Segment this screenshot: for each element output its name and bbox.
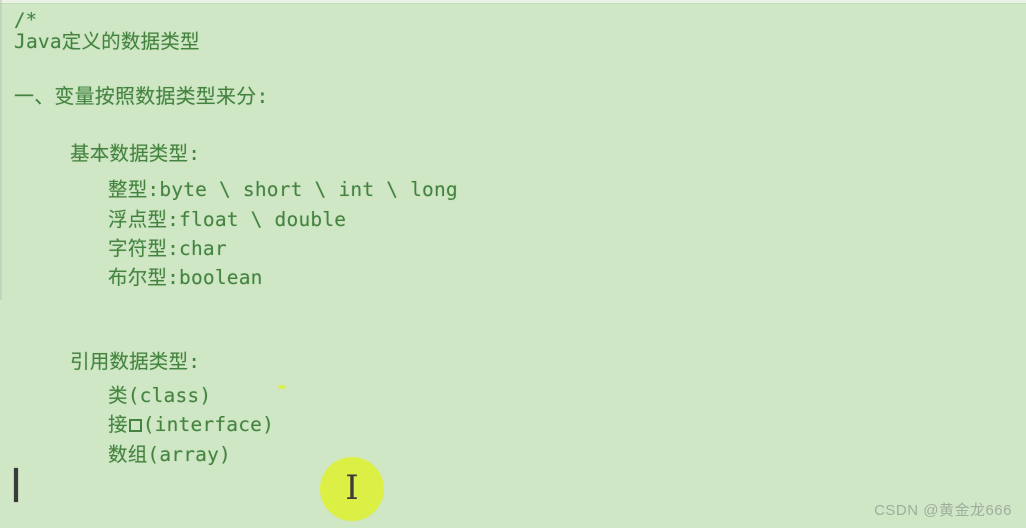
- code-line-reference-class: 类(class): [108, 384, 212, 407]
- text-insertion-caret: [14, 468, 18, 502]
- code-line-reference-interface: 接 (interface): [108, 415, 274, 435]
- code-line-reference-array: 数组(array): [108, 443, 231, 466]
- code-line-primitive-char: 字符型:char: [108, 237, 227, 260]
- tofu-box-glyph-icon: [128, 419, 142, 432]
- reference-interface-prefix: 接: [108, 413, 128, 436]
- code-line-primitive-integer: 整型:byte \ short \ int \ long: [108, 178, 458, 201]
- code-editor-surface[interactable]: /* Java定义的数据类型 一、变量按照数据类型来分: 基本数据类型: 整型:…: [0, 0, 1026, 528]
- code-line-reference-heading: 引用数据类型:: [70, 350, 201, 373]
- code-line-primitive-float: 浮点型:float \ double: [108, 208, 347, 231]
- reference-interface-suffix: (interface): [142, 413, 275, 436]
- code-line-primitive-boolean: 布尔型:boolean: [108, 266, 263, 289]
- highlight-speck: [278, 385, 286, 389]
- code-line-section-heading: 一、变量按照数据类型来分:: [14, 84, 269, 108]
- code-line-title: Java定义的数据类型: [14, 30, 200, 53]
- text-ibeam-cursor-icon: I: [345, 468, 359, 508]
- code-line-primitive-heading: 基本数据类型:: [70, 142, 201, 165]
- csdn-watermark: CSDN @黄金龙666: [874, 502, 1012, 519]
- code-line-comment-open: /*: [14, 9, 38, 31]
